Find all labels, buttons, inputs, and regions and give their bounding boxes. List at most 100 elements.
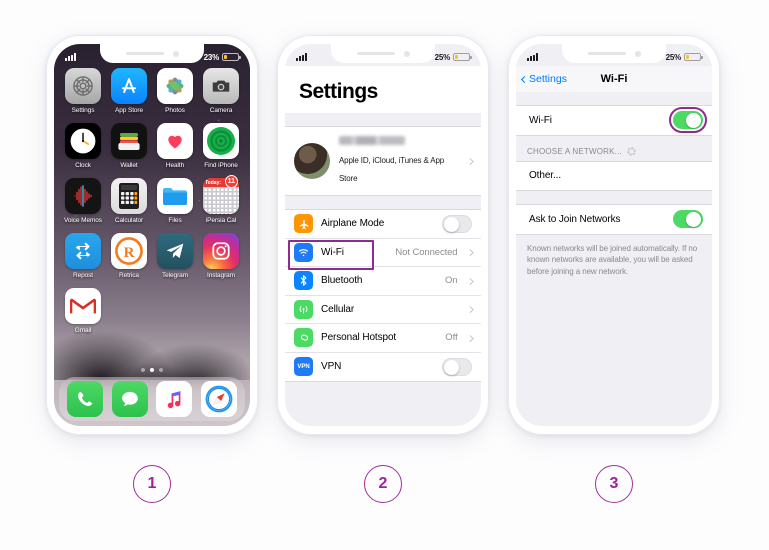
app-icon-ipersia-cal[interactable]: 11 Today: iPersia Cal (200, 175, 242, 224)
app-label: Photos (165, 107, 185, 114)
clock-icon[interactable] (65, 123, 101, 159)
wifi-icon (294, 242, 313, 262)
wifi-toggle[interactable] (669, 107, 707, 134)
phone-2-screen: 25% Settings Apple ID, iCloud, iTunes & … (285, 44, 481, 426)
voice-memos-icon[interactable] (65, 178, 101, 214)
app-label: Wallet (120, 162, 138, 169)
svg-text:R: R (124, 245, 135, 261)
calculator-icon[interactable] (111, 178, 147, 214)
status-bar: 25% (516, 44, 712, 66)
loading-spinner-icon (626, 146, 636, 156)
app-icon-health[interactable]: Health (154, 123, 196, 169)
battery-icon (684, 53, 703, 61)
app-icon-settings[interactable]: Settings (62, 68, 104, 114)
app-icon-repost[interactable]: Repost (62, 233, 104, 279)
wallet-icon[interactable] (111, 123, 147, 159)
row-wifi-toggle[interactable]: Wi-Fi (516, 106, 712, 135)
cellular-bars-icon (65, 53, 76, 61)
vpn-icon: VPN (294, 357, 313, 377)
app-icon-retrica[interactable]: R Retrica (108, 233, 150, 279)
page-dot-active[interactable] (150, 368, 154, 372)
app-icon-calculator[interactable]: Calculator (108, 178, 150, 224)
row-cellular[interactable]: Cellular (285, 296, 481, 324)
step-number: 3 (609, 475, 619, 492)
photos-icon[interactable] (157, 68, 193, 104)
files-folder-icon[interactable] (157, 178, 193, 214)
wifi-toggle-group: Wi-Fi (516, 105, 712, 136)
health-heart-icon[interactable] (157, 123, 193, 159)
app-label: Clock (75, 162, 91, 169)
settings-gear-icon[interactable] (65, 68, 101, 104)
network-list-group: Other... (516, 160, 712, 191)
ask-to-join-group: Ask to Join Networks (516, 204, 712, 235)
messages-bubble-icon[interactable] (111, 381, 148, 417)
ask-to-join-footnote: Known networks will be joined automatica… (527, 243, 698, 276)
cellular-bars-icon (296, 53, 307, 61)
row-ask-to-join[interactable]: Ask to Join Networks (516, 205, 712, 234)
phone-handset-icon[interactable] (67, 381, 104, 417)
app-label: App Store (114, 107, 143, 114)
page-title: Wi-Fi (600, 73, 628, 85)
app-icon-photos[interactable]: Photos (154, 68, 196, 114)
row-label: VPN (321, 361, 342, 373)
apple-id-row[interactable]: Apple ID, iCloud, iTunes & App Store (285, 126, 481, 196)
page-dot[interactable] (141, 368, 145, 372)
app-label: Telegram (162, 272, 188, 279)
page-dot[interactable] (159, 368, 163, 372)
row-bluetooth[interactable]: Bluetooth On (285, 267, 481, 296)
music-note-icon[interactable] (156, 381, 193, 417)
instagram-icon[interactable] (203, 233, 239, 269)
chevron-right-icon (466, 249, 473, 256)
app-icon-telegram[interactable]: Telegram (154, 233, 196, 279)
app-icon-camera[interactable]: Camera (200, 68, 242, 114)
row-label: Ask to Join Networks (529, 213, 621, 225)
app-label: Gmail (74, 327, 92, 334)
telegram-icon[interactable] (157, 233, 193, 269)
row-airplane-mode[interactable]: Airplane Mode (285, 210, 481, 239)
wifi-scroll-area[interactable]: Settings Wi-Fi Wi-Fi CHOOSE A NETWORK... (516, 66, 712, 426)
app-icon-voice-memos[interactable]: Voice Memos (62, 178, 104, 224)
back-label: Settings (529, 73, 567, 85)
row-wifi[interactable]: Wi-Fi Not Connected (285, 239, 481, 269)
row-personal-hotspot[interactable]: Personal Hotspot Off (285, 324, 481, 353)
airplane-mode-toggle[interactable] (442, 214, 472, 233)
profile-subtitle: Apple ID, iCloud, iTunes & App Store (339, 156, 445, 183)
settings-scroll-area[interactable]: Settings Apple ID, iCloud, iTunes & App … (285, 66, 481, 426)
app-icon-find-iphone[interactable]: Find iPhone (200, 123, 242, 169)
step-indicators: 1 2 3 (0, 465, 769, 525)
bluetooth-icon (294, 271, 313, 291)
row-label: Other... (529, 170, 561, 182)
back-button[interactable]: Settings (520, 73, 567, 85)
app-label: Find iPhone (204, 162, 238, 169)
hotspot-icon (294, 328, 313, 348)
step-circle-2: 2 (364, 465, 402, 503)
ask-to-join-toggle[interactable] (673, 210, 703, 229)
retrica-icon[interactable]: R (111, 233, 147, 269)
app-icon-files[interactable]: Files (154, 178, 196, 224)
app-icon-gmail[interactable]: Gmail (62, 288, 104, 334)
section-header-label: CHOOSE A NETWORK... (527, 146, 622, 156)
app-label: Camera (209, 107, 233, 114)
app-icon-instagram[interactable]: Instagram (200, 233, 242, 279)
row-vpn[interactable]: VPN VPN (285, 353, 481, 382)
app-icon-app-store[interactable]: App Store (108, 68, 150, 114)
battery-indicator: 25% (435, 53, 472, 62)
status-bar: 25% (285, 44, 481, 66)
row-other-network[interactable]: Other... (516, 162, 712, 191)
find-iphone-icon[interactable] (203, 123, 239, 159)
app-store-icon[interactable] (111, 68, 147, 104)
app-icon-clock[interactable]: Clock (62, 123, 104, 169)
battery-indicator: 25% (666, 53, 703, 62)
gmail-icon[interactable] (65, 288, 101, 324)
step-circle-1: 1 (133, 465, 171, 503)
row-label: Wi-Fi (529, 114, 552, 126)
camera-icon[interactable] (203, 68, 239, 104)
app-label: Calculator (114, 217, 144, 224)
safari-compass-icon[interactable] (200, 381, 237, 417)
repost-icon[interactable] (65, 233, 101, 269)
app-icon-wallet[interactable]: Wallet (108, 123, 150, 169)
phone-1-home-screen: 23% Settings App Store Photos Camera Clo… (46, 35, 258, 435)
vpn-toggle[interactable] (442, 357, 472, 376)
